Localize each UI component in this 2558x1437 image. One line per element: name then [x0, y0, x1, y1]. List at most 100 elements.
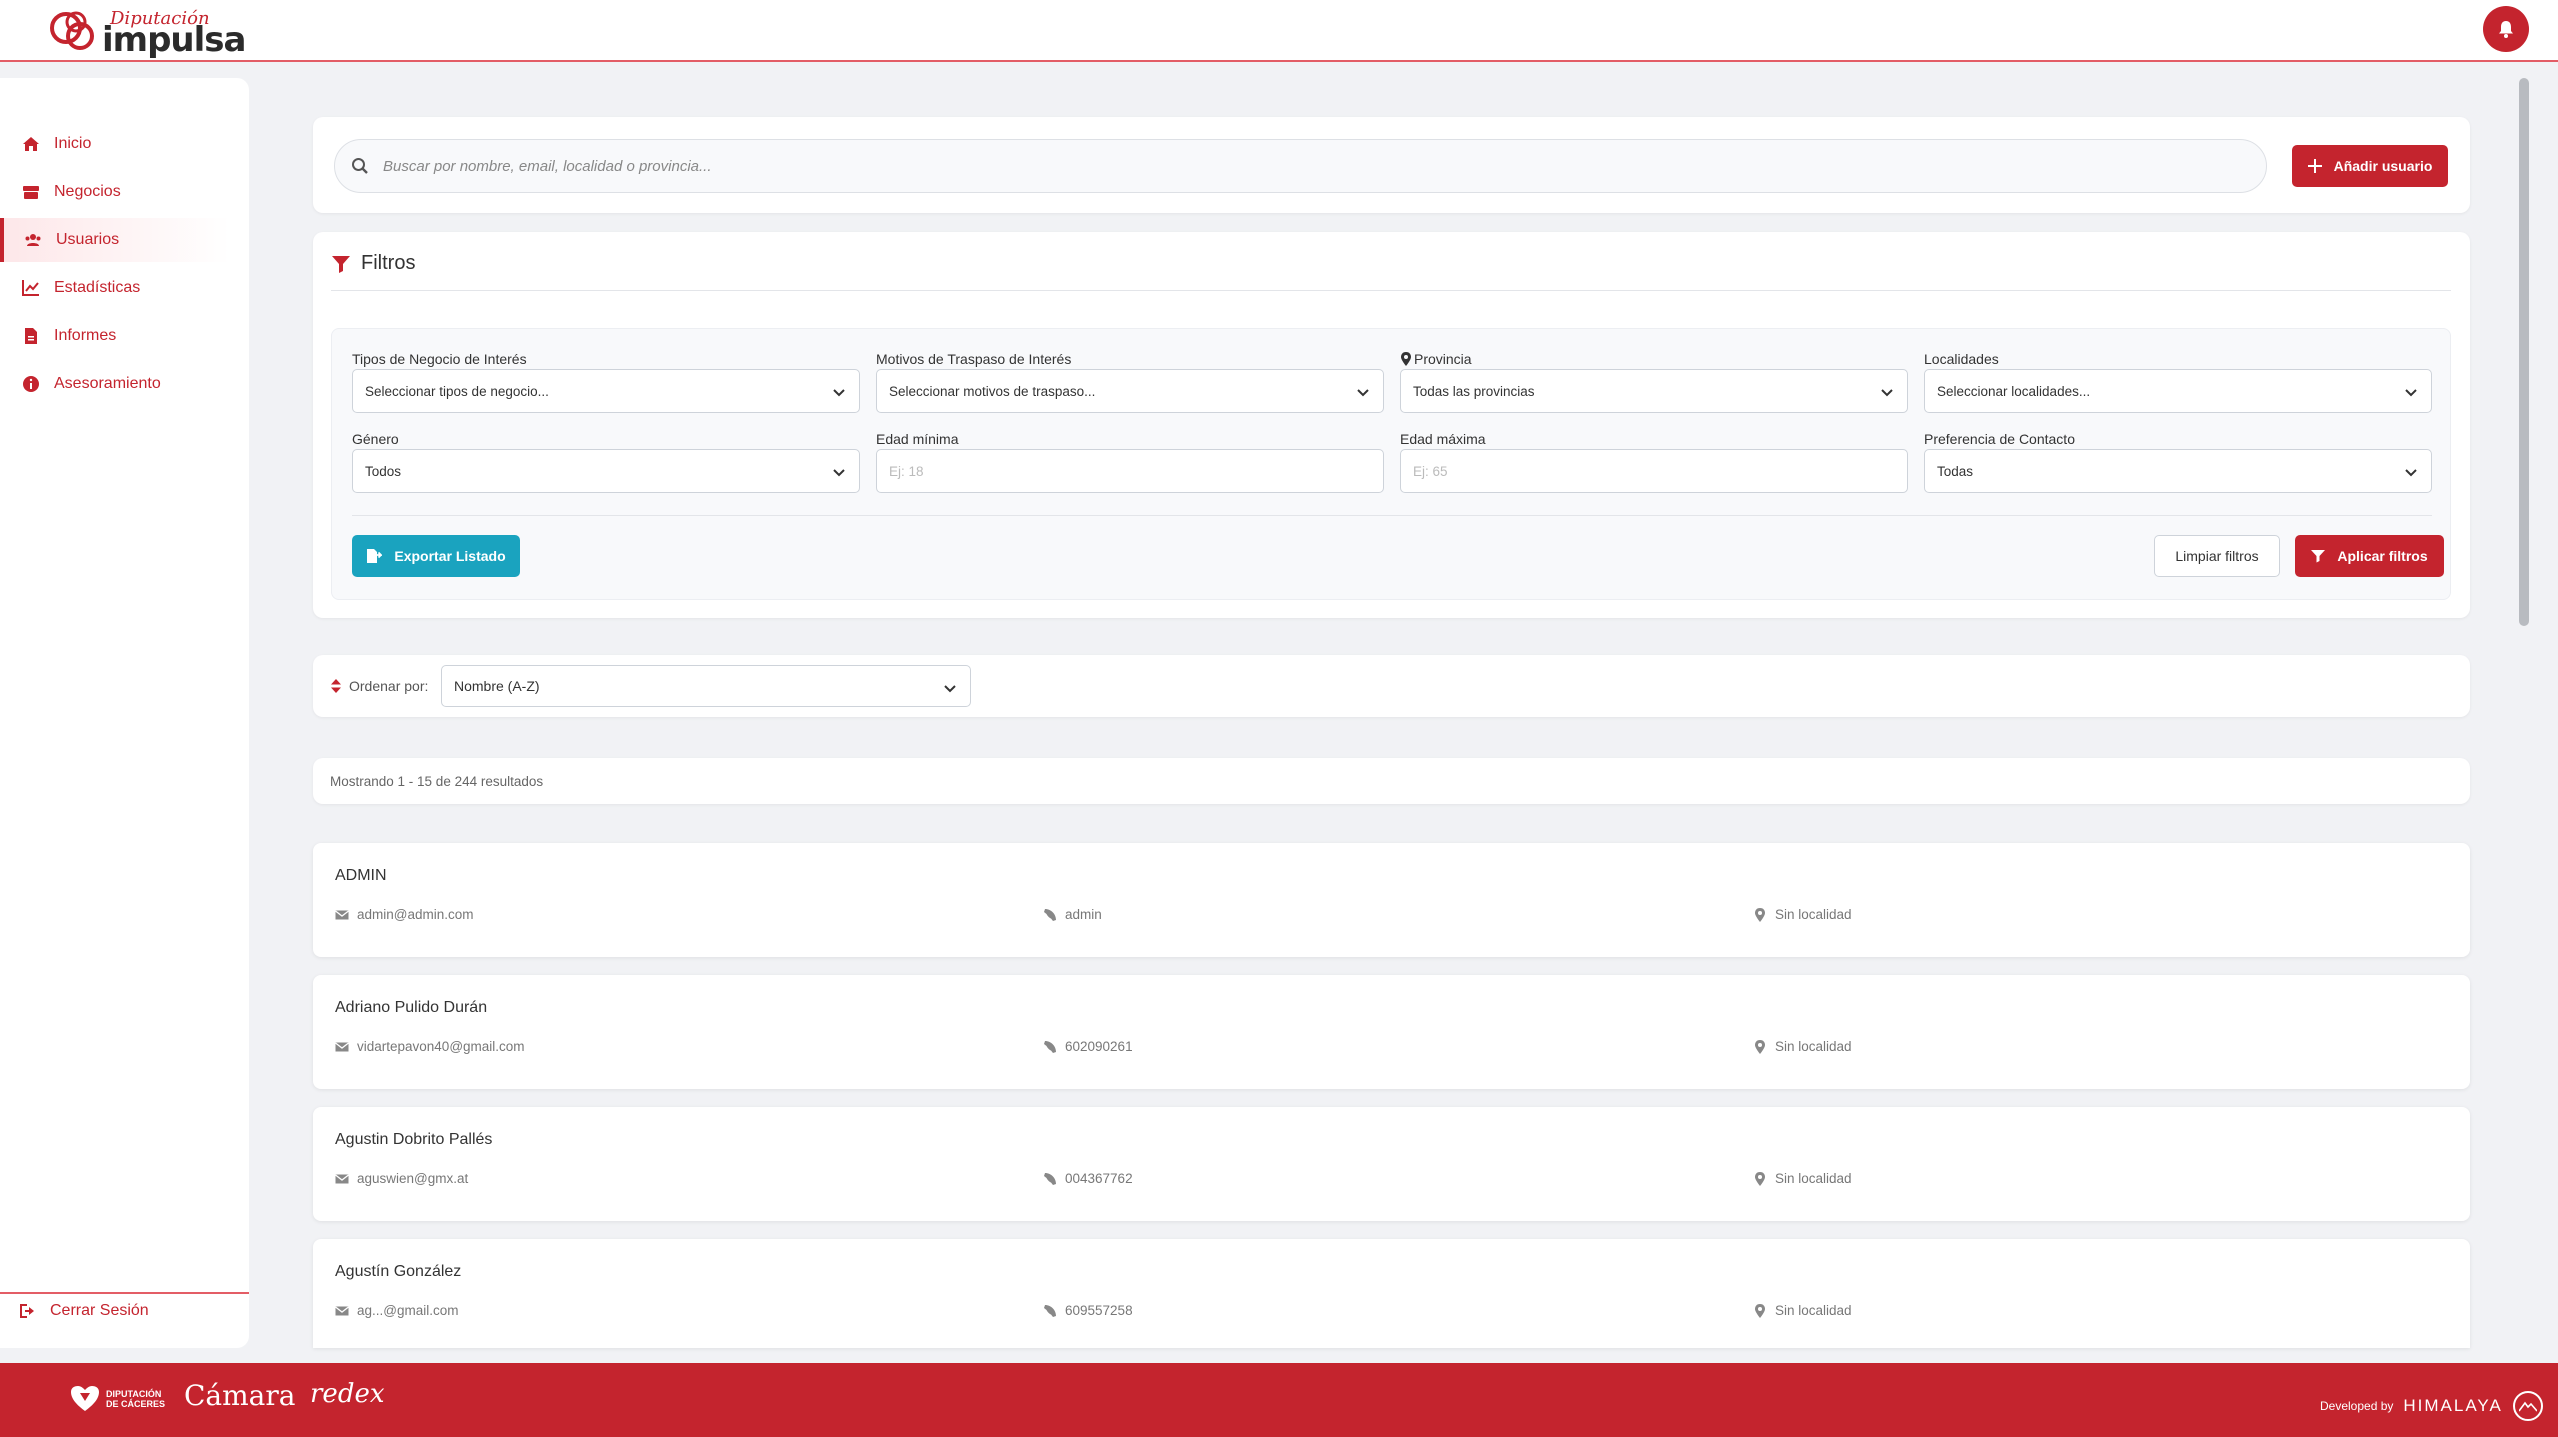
file-export-icon	[367, 549, 383, 563]
genero-select[interactable]: Todos	[352, 449, 860, 493]
filter-icon	[332, 255, 350, 273]
users-icon	[25, 234, 41, 246]
logout-label: Cerrar Sesión	[50, 1302, 149, 1319]
user-name: Adriano Pulido Durán	[335, 999, 488, 1016]
motivos-traspaso-select[interactable]: Seleccionar motivos de traspaso...	[876, 369, 1384, 413]
tipos-negocio-select[interactable]: Seleccionar tipos de negocio...	[352, 369, 860, 413]
chevron-down-icon	[1357, 389, 1369, 397]
sort-label: Ordenar por:	[331, 678, 428, 694]
user-name: Agustin Dobrito Pallés	[335, 1131, 493, 1148]
heart-shield-icon	[71, 1386, 99, 1411]
sidebar-item-informes[interactable]: Informes	[0, 314, 230, 358]
search-icon	[352, 158, 368, 174]
provincia-value: Todas las provincias	[1413, 383, 1535, 399]
diputacion-line2: DE CÁCERES	[106, 1399, 166, 1409]
phone-icon	[1044, 1040, 1056, 1053]
map-marker-icon	[1755, 907, 1765, 922]
edad-minima-input[interactable]	[876, 449, 1384, 493]
camara-logo: Cámara	[184, 1379, 296, 1412]
edad-minima-label: Edad mínima	[876, 431, 959, 447]
filters-divider	[331, 290, 2451, 291]
phone-icon	[1044, 908, 1056, 921]
home-icon	[23, 137, 39, 151]
map-marker-icon	[1755, 1171, 1765, 1186]
filters-panel: Tipos de Negocio de Interés Seleccionar …	[331, 328, 2451, 600]
provincia-label-text: Provincia	[1414, 351, 1472, 367]
search-input[interactable]	[383, 157, 2183, 175]
sort-label-text: Ordenar por:	[349, 678, 429, 694]
logout-button[interactable]: Cerrar Sesión	[18, 1302, 149, 1320]
provincia-select[interactable]: Todas las provincias	[1400, 369, 1908, 413]
user-card[interactable]: ADMIN admin@admin.com admin Sin localida…	[313, 843, 2470, 957]
logo-rings-icon	[50, 11, 94, 50]
user-phone-text: admin	[1065, 907, 1102, 922]
developer-brand: HIMALAYA	[2403, 1396, 2503, 1415]
sidebar-item-label: Usuarios	[56, 231, 120, 248]
search-card: Añadir usuario	[313, 117, 2470, 213]
export-list-label: Exportar Listado	[394, 548, 506, 564]
diputacion-impulsa-logo[interactable]: Diputación impulsa	[46, 4, 246, 60]
user-name: Agustín González	[335, 1263, 462, 1280]
search-box	[334, 139, 2267, 193]
preferencia-contacto-value: Todas	[1937, 463, 1974, 479]
add-user-button[interactable]: Añadir usuario	[2292, 145, 2448, 187]
results-count-text: Mostrando 1 - 15 de 244 resultados	[330, 774, 544, 789]
user-email: admin@admin.com	[335, 907, 474, 922]
user-location-text: Sin localidad	[1775, 1039, 1852, 1054]
top-bar: Diputación impulsa	[0, 0, 2558, 62]
user-email: ag...@gmail.com	[335, 1303, 459, 1318]
chevron-down-icon	[2405, 389, 2417, 397]
user-email-text: ag...@gmail.com	[357, 1303, 459, 1318]
edad-maxima-input[interactable]	[1400, 449, 1908, 493]
user-phone: 602090261	[1043, 1039, 1133, 1054]
apply-filters-button[interactable]: Aplicar filtros	[2295, 535, 2444, 577]
clear-filters-button[interactable]: Limpiar filtros	[2154, 535, 2280, 577]
developer-credit: Developed by HIMALAYA	[2320, 1391, 2543, 1421]
redex-logo: redex	[310, 1379, 385, 1409]
sidebar-item-asesoramiento[interactable]: Asesoramiento	[0, 362, 230, 406]
user-email: aguswien@gmx.at	[335, 1171, 468, 1186]
filters-heading: Filtros	[331, 252, 415, 275]
preferencia-contacto-select[interactable]: Todas	[1924, 449, 2432, 493]
provincia-label: Provincia	[1400, 351, 1472, 367]
tipos-negocio-label: Tipos de Negocio de Interés	[352, 351, 527, 367]
user-location: Sin localidad	[1753, 1039, 1852, 1054]
user-email: vidartepavon40@gmail.com	[335, 1039, 525, 1054]
preferencia-contacto-label: Preferencia de Contacto	[1924, 431, 2075, 447]
export-list-button[interactable]: Exportar Listado	[352, 535, 520, 577]
localidades-select[interactable]: Seleccionar localidades...	[1924, 369, 2432, 413]
mountain-icon	[2512, 1391, 2543, 1421]
filters-actions-divider	[352, 515, 2432, 516]
user-location: Sin localidad	[1753, 1171, 1852, 1186]
add-user-label: Añadir usuario	[2333, 158, 2433, 174]
logo-word-text: impulsa	[102, 20, 246, 60]
redex-logo-text: redex	[310, 1379, 385, 1409]
bell-icon	[2499, 21, 2513, 38]
sidebar-item-negocios[interactable]: Negocios	[0, 170, 230, 214]
user-card[interactable]: Agustín González ag...@gmail.com 6095572…	[313, 1239, 2470, 1348]
phone-icon	[1044, 1304, 1056, 1317]
sidebar-divider	[0, 1292, 249, 1294]
diputacion-caceres-logo: DIPUTACIÓN DE CÁCERES	[70, 1385, 165, 1413]
user-location-text: Sin localidad	[1775, 907, 1852, 922]
user-card[interactable]: Agustin Dobrito Pallés aguswien@gmx.at 0…	[313, 1107, 2470, 1221]
user-phone: 004367762	[1043, 1171, 1133, 1186]
sort-select[interactable]: Nombre (A-Z)	[441, 665, 971, 707]
sidebar-item-label: Estadísticas	[54, 279, 141, 296]
genero-value: Todos	[365, 463, 402, 479]
sidebar-item-estadisticas[interactable]: Estadísticas	[0, 266, 230, 310]
sort-card: Ordenar por: Nombre (A-Z)	[313, 655, 2470, 717]
notifications-button[interactable]	[2483, 6, 2529, 52]
sidebar-item-label: Negocios	[54, 183, 121, 200]
phone-icon	[1044, 1172, 1056, 1185]
chart-line-icon	[22, 280, 39, 296]
sidebar-item-inicio[interactable]: Inicio	[0, 122, 230, 166]
genero-label: Género	[352, 431, 399, 447]
user-card[interactable]: Adriano Pulido Durán vidartepavon40@gmai…	[313, 975, 2470, 1089]
envelope-icon	[335, 1041, 349, 1051]
page-scrollbar-thumb[interactable]	[2519, 78, 2529, 626]
store-icon	[23, 186, 39, 199]
sidebar-item-usuarios[interactable]: Usuarios	[0, 218, 230, 262]
user-location-text: Sin localidad	[1775, 1171, 1852, 1186]
sidebar-item-label: Informes	[54, 327, 117, 344]
